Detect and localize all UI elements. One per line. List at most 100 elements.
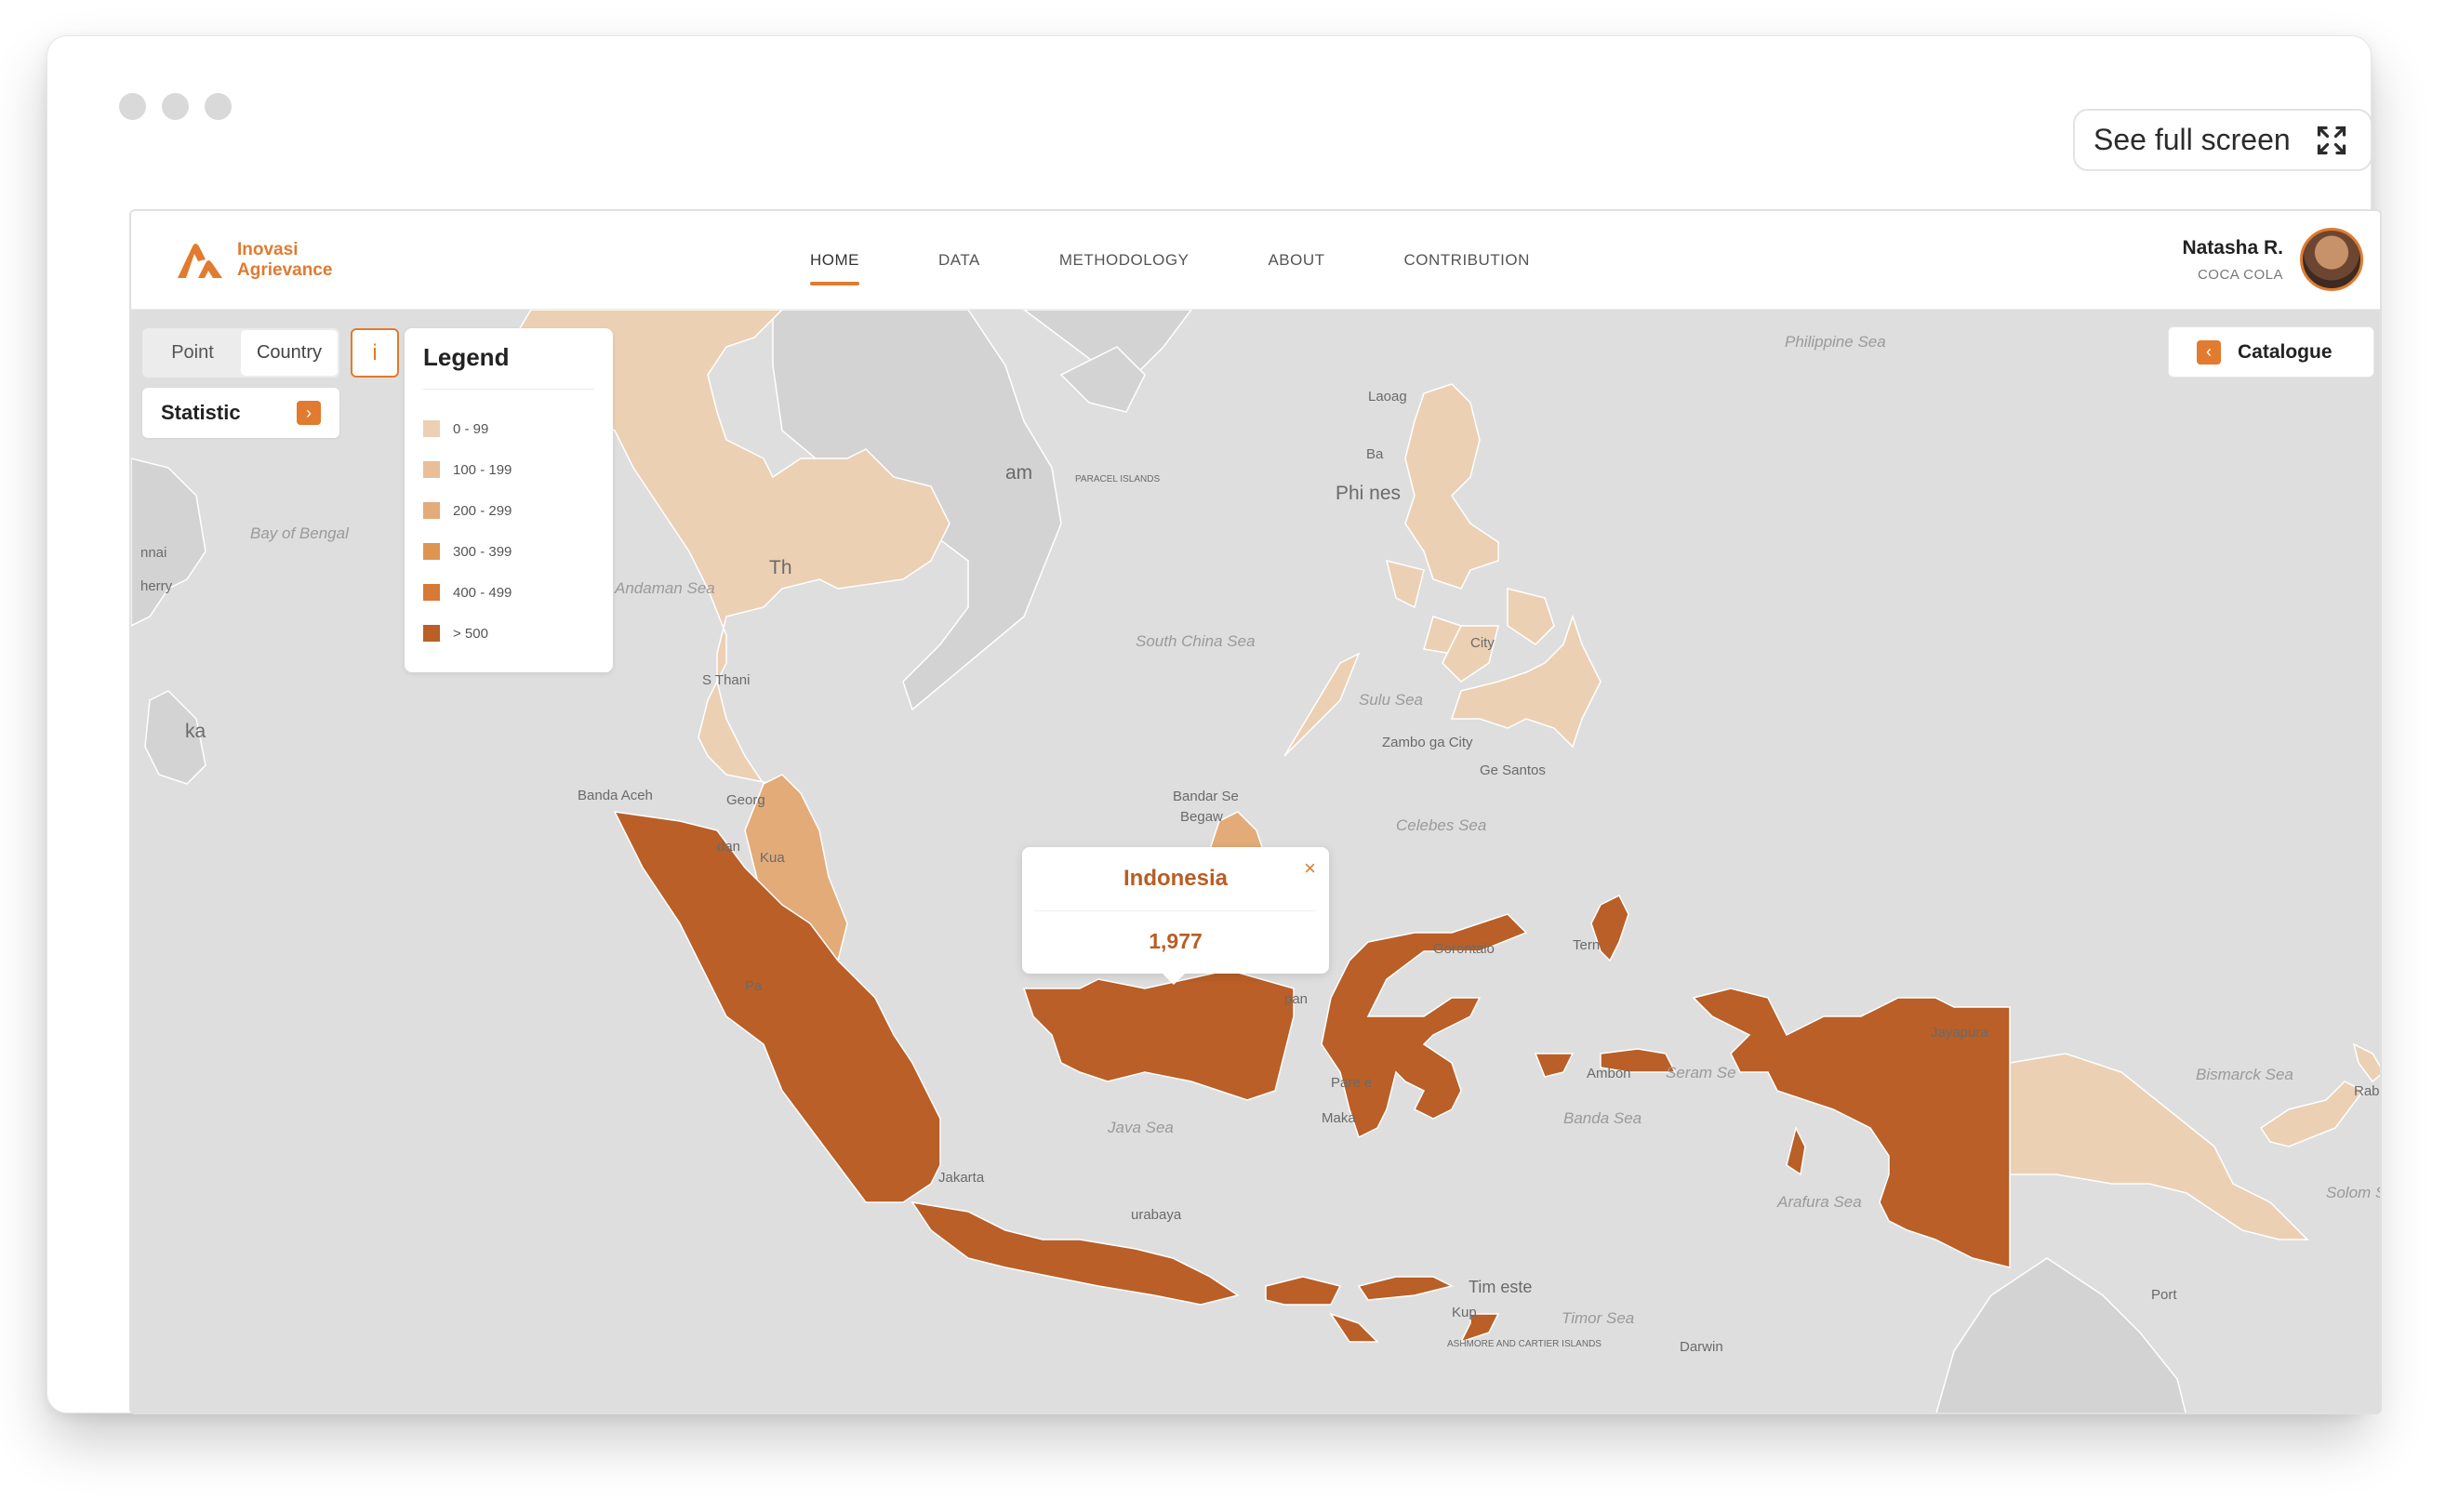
label-bandar-seri: Bandar Se: [1173, 789, 1239, 804]
logo-line-2: Agrievance: [237, 260, 333, 280]
user-profile[interactable]: Natasha R. COCA COLA: [2182, 228, 2363, 291]
legend-swatch: [423, 461, 440, 478]
label-vietnam: am: [1005, 462, 1032, 484]
avatar[interactable]: [2300, 228, 2363, 291]
app-frame: Inovasi Agrievance HOME DATA METHODOLOGY…: [129, 209, 2382, 1414]
close-icon[interactable]: ×: [1304, 856, 1316, 881]
nav-data[interactable]: DATA: [938, 211, 980, 310]
legend-item: 100 - 199: [423, 449, 594, 490]
legend-label: 0 - 99: [453, 420, 489, 437]
label-medan: dan: [717, 839, 740, 855]
statistic-label: Statistic: [161, 401, 241, 424]
legend-item: 200 - 299: [423, 490, 594, 531]
label-ba: Ba: [1366, 446, 1384, 462]
label-begawan: Begaw: [1180, 809, 1223, 825]
label-java-sea: Java Sea: [1107, 1119, 1174, 1136]
legend-item: 300 - 399: [423, 531, 594, 572]
label-timor-sea: Timor Sea: [1562, 1309, 1634, 1327]
label-jakarta: Jakarta: [938, 1170, 985, 1186]
label-pondicherry: herry: [140, 578, 173, 594]
chevron-right-icon: ›: [297, 401, 321, 425]
user-company: COCA COLA: [2197, 266, 2283, 283]
top-navbar: Inovasi Agrievance HOME DATA METHODOLOGY…: [131, 211, 2380, 310]
label-banda-aceh: Banda Aceh: [578, 788, 653, 803]
nav-home[interactable]: HOME: [810, 211, 859, 310]
legend-label: 300 - 399: [453, 543, 512, 560]
chevron-left-icon: ‹: [2197, 339, 2221, 365]
label-general-santos: Ge Santos: [1480, 763, 1546, 778]
label-paracel-islands: PARACEL ISLANDS: [1075, 474, 1160, 484]
see-full-screen-button[interactable]: See full screen: [2073, 109, 2373, 171]
label-thailand: Th: [769, 557, 792, 578]
label-port-moresby: Port: [2151, 1287, 2177, 1303]
label-george-town: Georg: [726, 792, 765, 808]
browser-window: See full screen Inovasi Agrievance HOME …: [47, 35, 2382, 1414]
info-icon: i: [372, 339, 378, 365]
logo-line-1: Inovasi: [237, 240, 299, 259]
legend-item: 400 - 499: [423, 572, 594, 613]
legend-item: > 500: [423, 613, 594, 654]
expand-icon: [2317, 126, 2346, 154]
legend-panel: Legend 0 - 99 100 - 199 200 - 299 300 - …: [405, 328, 613, 672]
label-celebes-sea: Celebes Sea: [1396, 816, 1486, 834]
toggle-point[interactable]: Point: [144, 330, 241, 376]
user-name: Natasha R.: [2182, 236, 2283, 259]
window-dot-minimize[interactable]: [162, 93, 189, 120]
label-chennai: nnai: [140, 545, 166, 561]
catalogue-button[interactable]: ‹ Catalogue: [2168, 326, 2374, 378]
window-dot-maximize[interactable]: [205, 93, 232, 120]
tooltip-country: Indonesia: [1123, 866, 1229, 891]
label-ashmore-islands: ASHMORE AND CARTIER ISLANDS: [1447, 1339, 1602, 1349]
legend-swatch: [423, 584, 440, 601]
statistic-button[interactable]: Statistic ›: [142, 388, 339, 438]
nav-contribution[interactable]: CONTRIBUTION: [1404, 211, 1530, 310]
legend-item: 0 - 99: [423, 408, 594, 449]
catalogue-label: Catalogue: [2238, 340, 2333, 363]
label-kuala-lumpur: Kua: [760, 850, 785, 866]
label-solomon-sea: Solom Sea: [2326, 1184, 2382, 1201]
label-arafura-sea: Arafura Sea: [1776, 1193, 1862, 1211]
label-jayapura: Jayapura: [1931, 1025, 1988, 1041]
label-laoag: Laoag: [1368, 389, 1407, 405]
see-full-screen-label: See full screen: [2093, 123, 2291, 156]
label-balikpapan: pan: [1284, 991, 1308, 1007]
label-surabaya: urabaya: [1131, 1207, 1182, 1223]
main-nav: HOME DATA METHODOLOGY ABOUT CONTRIBUTION: [810, 211, 1530, 310]
tooltip-value: 1,977: [1149, 929, 1203, 953]
legend-label: 400 - 499: [453, 584, 512, 601]
window-controls: [119, 93, 232, 120]
legend-swatch: [423, 543, 440, 560]
label-bay-of-bengal: Bay of Bengal: [250, 524, 350, 542]
country-tooltip: Indonesia × 1,977: [1022, 847, 1329, 985]
toggle-country[interactable]: Country: [241, 330, 338, 376]
label-banda-sea: Banda Sea: [1563, 1109, 1642, 1127]
info-button[interactable]: i: [351, 328, 399, 378]
label-rabaul: Raba: [2354, 1083, 2382, 1099]
view-mode-toggle: Point Country: [142, 328, 339, 378]
legend-swatch: [423, 502, 440, 519]
choropleth-map[interactable]: Philippine Sea Bay of Bengal Andaman Sea…: [131, 309, 2382, 1413]
legend-swatch: [423, 625, 440, 642]
legend-label: > 500: [453, 625, 488, 642]
legend-swatch: [423, 420, 440, 437]
label-padang: Pa: [745, 978, 763, 994]
legend-title: Legend: [423, 343, 594, 390]
label-zamboanga: Zambo ga City: [1382, 735, 1473, 750]
label-timor-leste: Tim este: [1469, 1278, 1532, 1296]
brand-logo[interactable]: Inovasi Agrievance: [174, 239, 332, 282]
label-makassar: Maka: [1322, 1110, 1356, 1126]
label-parepare: Pare e: [1331, 1075, 1372, 1091]
nav-about[interactable]: ABOUT: [1268, 211, 1324, 310]
legend-label: 200 - 299: [453, 502, 512, 519]
label-surat-thani: S Thani: [702, 672, 750, 688]
label-south-china-sea: South China Sea: [1136, 632, 1256, 650]
nav-methodology[interactable]: METHODOLOGY: [1059, 211, 1190, 310]
label-philippine-sea: Philippine Sea: [1785, 333, 1886, 351]
tooltip-divider: [1035, 910, 1316, 911]
legend-label: 100 - 199: [453, 461, 512, 478]
label-darwin: Darwin: [1680, 1339, 1723, 1355]
logo-mark-icon: [178, 244, 222, 278]
window-dot-close[interactable]: [119, 93, 146, 120]
label-gorontalo: Gorontalo: [1433, 941, 1495, 957]
label-kupang: Kup: [1452, 1305, 1477, 1320]
